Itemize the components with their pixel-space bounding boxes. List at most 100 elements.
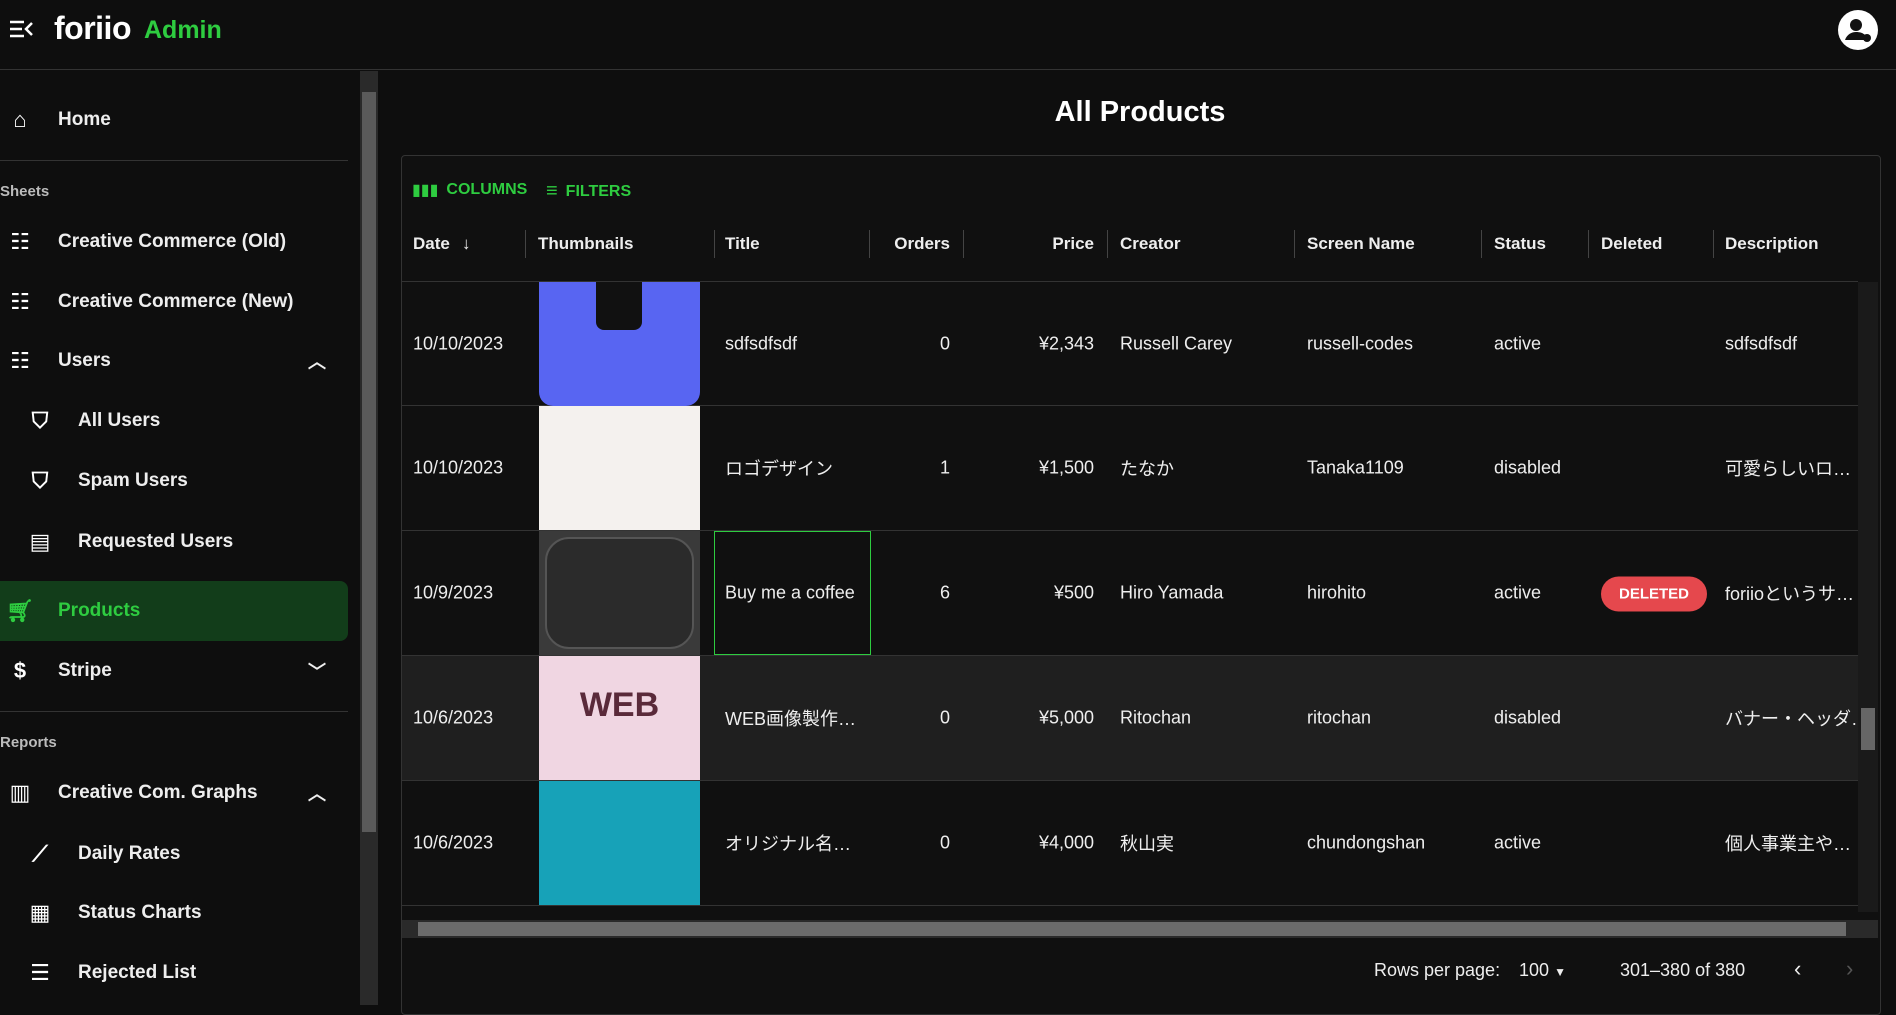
filter-icon: ≡ xyxy=(546,180,558,202)
sheet-icon: ☷ xyxy=(10,348,30,373)
sidebar-item-label: Creative Commerce (New) xyxy=(58,291,294,312)
cell-orders: 6 xyxy=(939,582,950,603)
divider xyxy=(0,160,348,161)
column-header-deleted[interactable]: Deleted xyxy=(1601,234,1662,254)
column-header-thumbnails[interactable]: Thumbnails xyxy=(538,234,633,254)
sidebar-item-stripe[interactable]: $ Stripe ﹀ xyxy=(0,646,348,696)
divider xyxy=(0,711,348,712)
column-separator[interactable] xyxy=(869,230,870,258)
sidebar-scrollbar-thumb[interactable] xyxy=(362,92,376,832)
cell-creator: 秋山実 xyxy=(1120,834,1174,854)
prev-page-button[interactable]: ‹ xyxy=(1794,956,1801,982)
account-avatar-icon[interactable] xyxy=(1838,10,1878,50)
chevron-up-icon[interactable]: ︿ xyxy=(308,780,326,806)
filters-label: FILTERS xyxy=(565,182,632,200)
cell-creator: Hiro Yamada xyxy=(1120,582,1224,603)
cell-description: sdfsdfsdf xyxy=(1725,333,1798,353)
table-row[interactable]: 10/10/2023 sdfsdfsdf 0 ¥2,343 Russell Carey r… xyxy=(402,281,1858,406)
cell-creator: たなか xyxy=(1120,459,1174,479)
column-header-title[interactable]: Title xyxy=(725,234,760,254)
sidebar-item-all-users[interactable]: ⛉ All Users xyxy=(0,396,348,446)
rows-per-page-value: 100 xyxy=(1519,960,1550,980)
filters-button[interactable]: ≡ FILTERS xyxy=(546,180,631,203)
cell-title: WEB画像製作… xyxy=(725,709,857,729)
cell-status: active xyxy=(1494,832,1542,853)
column-separator[interactable] xyxy=(1588,230,1589,258)
column-separator[interactable] xyxy=(1107,230,1108,258)
sidebar-item-cc-old[interactable]: ☷ Creative Commerce (Old) xyxy=(0,217,348,267)
horizontal-scrollbar-thumb[interactable] xyxy=(418,922,1846,936)
column-header-description[interactable]: Description xyxy=(1725,234,1819,254)
column-header-screen-name[interactable]: Screen Name xyxy=(1307,234,1415,254)
sidebar-item-requested-users[interactable]: ▤ Requested Users xyxy=(0,517,348,567)
thumbnail-image[interactable]: WEB xyxy=(539,656,700,780)
home-icon: ⌂ xyxy=(13,107,27,132)
cell-status: active xyxy=(1494,333,1542,353)
sidebar-item-label: Daily Rates xyxy=(78,843,181,864)
column-header-price[interactable]: Price xyxy=(1052,234,1094,254)
page-title: All Products xyxy=(1054,96,1226,128)
vertical-scrollbar[interactable] xyxy=(1858,282,1878,912)
thumbnail-image[interactable] xyxy=(539,781,700,905)
cell-description: バナー・ヘッダ… xyxy=(1725,709,1869,729)
column-separator[interactable] xyxy=(525,230,526,258)
column-separator[interactable] xyxy=(1713,230,1714,258)
table-row[interactable]: WEB 10/6/2023 WEB画像製作… 0 ¥5,000 Ritochan ritoc… xyxy=(402,656,1869,781)
column-separator[interactable] xyxy=(963,230,964,258)
thumbnail-image[interactable] xyxy=(539,406,700,530)
focused-cell-outline xyxy=(714,531,871,655)
column-separator[interactable] xyxy=(1294,230,1295,258)
sort-desc-icon[interactable]: ↓ xyxy=(462,234,471,254)
cell-status: active xyxy=(1494,582,1542,603)
top-bar xyxy=(0,0,1896,70)
trend-line-icon: ⟋ xyxy=(32,841,48,866)
columns-button[interactable]: ▮▮▮ COLUMNS xyxy=(412,180,527,200)
thumbnail-image[interactable] xyxy=(539,531,700,655)
sidebar-item-graphs[interactable]: ▥ Creative Com. Graphs ︿ xyxy=(0,768,348,818)
logo[interactable]: foriio xyxy=(54,10,131,47)
next-page-button[interactable]: › xyxy=(1846,956,1853,982)
cell-title: ロゴデザイン xyxy=(725,459,833,479)
cell-status: disabled xyxy=(1494,457,1562,478)
column-separator[interactable] xyxy=(1481,230,1482,258)
sidebar-item-label: Requested Users xyxy=(78,531,234,552)
sidebar-item-home[interactable]: ⌂ Home xyxy=(0,95,348,145)
sidebar-item-label: Spam Users xyxy=(78,470,188,491)
column-header-date[interactable]: Date xyxy=(413,234,450,254)
chart-box-icon: ▦ xyxy=(29,900,51,925)
sidebar-item-label: Stripe xyxy=(58,660,112,681)
bar-chart-icon: ▥ xyxy=(9,780,31,805)
rows-per-page-select[interactable]: 100 ▼ xyxy=(1519,960,1566,981)
cell-screen-name: ritochan xyxy=(1307,707,1372,728)
chevron-down-icon[interactable]: ﹀ xyxy=(308,658,326,684)
cell-price: ¥1,500 xyxy=(1038,457,1094,478)
cell-price: ¥5,000 xyxy=(1038,707,1094,728)
column-separator[interactable] xyxy=(714,230,715,258)
cart-icon: 🛒︎ xyxy=(6,598,34,623)
vertical-scrollbar-thumb[interactable] xyxy=(1861,708,1875,750)
sidebar-item-cc-new[interactable]: ☷ Creative Commerce (New) xyxy=(0,277,348,327)
sheet-icon: ☷ xyxy=(10,289,30,314)
cell-orders: 1 xyxy=(939,457,950,478)
cell-orders: 0 xyxy=(939,333,950,353)
sidebar-item-users[interactable]: ☷ Users ︿ xyxy=(0,336,348,386)
sidebar-item-daily-rates[interactable]: ⟋ Daily Rates xyxy=(0,829,348,879)
sidebar-item-spam-users[interactable]: ⛉ Spam Users xyxy=(0,456,348,506)
thumbnail-image[interactable] xyxy=(539,282,700,406)
sidebar-item-label: Creative Com. Graphs xyxy=(58,782,258,803)
table-row[interactable]: 10/9/2023 Buy me a coffee 6 ¥500 Hiro Yamada… xyxy=(402,531,1858,656)
menu-collapse-icon[interactable] xyxy=(8,18,34,40)
document-dollar-icon: ▤ xyxy=(29,529,51,554)
column-header-creator[interactable]: Creator xyxy=(1120,234,1180,254)
column-header-orders[interactable]: Orders xyxy=(894,234,950,254)
cell-deleted: DELETED xyxy=(1601,576,1708,612)
sidebar-item-rejected-list[interactable]: ☰ Rejected List xyxy=(0,948,348,998)
sidebar-item-status-charts[interactable]: ▦ Status Charts xyxy=(0,888,348,938)
sidebar-item-products[interactable]: 🛒︎ Products xyxy=(0,581,348,641)
cell-date: 10/10/2023 xyxy=(413,457,504,478)
table-row[interactable]: 10/10/2023 ロゴデザイン 1 ¥1,500 たなか Tanaka1109 disa… xyxy=(402,406,1858,531)
cell-screen-name: hirohito xyxy=(1307,582,1367,603)
column-header-status[interactable]: Status xyxy=(1494,234,1546,254)
chevron-up-icon[interactable]: ︿ xyxy=(308,348,326,374)
table-row[interactable]: 10/6/2023 オリジナル名… 0 ¥4,000 秋山実 chundongshan ac… xyxy=(402,781,1858,906)
